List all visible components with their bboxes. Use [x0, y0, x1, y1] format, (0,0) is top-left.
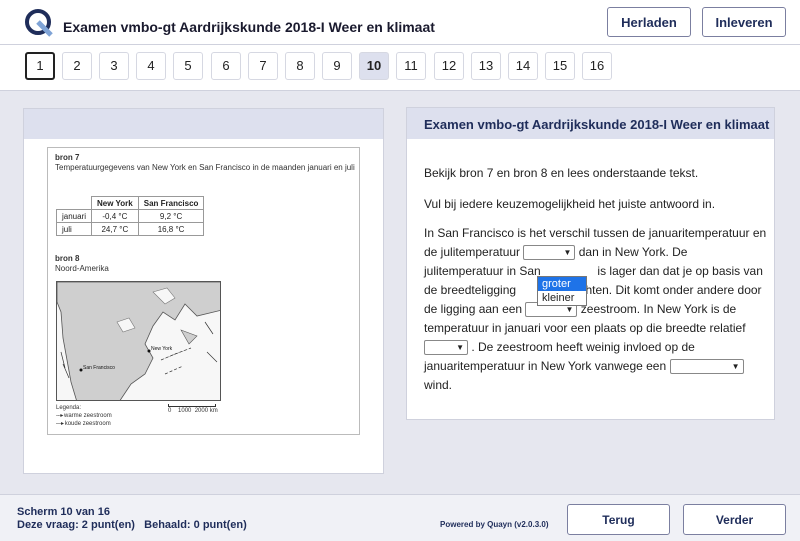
question-button-8[interactable]: 8: [285, 52, 315, 80]
answer-dropdown-list: groter kleiner: [537, 276, 587, 306]
question-button-9[interactable]: 9: [322, 52, 352, 80]
dropdown-option-groter[interactable]: groter: [538, 277, 586, 291]
question-button-13[interactable]: 13: [471, 52, 501, 80]
question-button-1[interactable]: 1: [25, 52, 55, 80]
app-title: Examen vmbo-gt Aardrijkskunde 2018-I Wee…: [63, 19, 435, 35]
table-cell: januari: [55, 209, 93, 223]
question-panel: Examen vmbo-gt Aardrijkskunde 2018-I Wee…: [406, 107, 775, 420]
map-label-new-york: New York: [151, 346, 173, 352]
question-button-15[interactable]: 15: [545, 52, 575, 80]
quayn-logo-icon: [25, 9, 53, 37]
scale-label: 2000 km: [194, 408, 218, 414]
scale-label: 0: [168, 408, 172, 414]
north-america-map: New York San Francisco: [56, 281, 221, 401]
back-button[interactable]: Terug: [567, 504, 670, 535]
question-button-16[interactable]: 16: [582, 52, 612, 80]
bron7-title: bron 7: [55, 153, 80, 162]
screen-counter: Scherm 10 van 16: [17, 506, 110, 518]
top-header: Examen vmbo-gt Aardrijkskunde 2018-I Wee…: [0, 0, 800, 45]
instruction-2: Vul bij iedere keuzemogelijkheid het jui…: [424, 197, 716, 211]
map-legend: Legenda: - - -▸ warme zeestroom —▸ koude…: [56, 405, 112, 427]
question-text-part: wind.: [424, 378, 453, 392]
dropdown-option-kleiner[interactable]: kleiner: [538, 291, 586, 305]
source-document: bron 7 Temperatuurgegevens van New York …: [47, 147, 360, 435]
map-graphic: New York San Francisco: [57, 282, 220, 400]
map-scale: 0 1000 2000 km: [168, 404, 218, 414]
points-info: Deze vraag: 2 punt(en) Behaald: 0 punt(e…: [17, 519, 247, 531]
table-header-cell: San Francisco: [137, 196, 205, 210]
table-header-cell: [56, 196, 92, 210]
question-button-6[interactable]: 6: [211, 52, 241, 80]
reload-button[interactable]: Herladen: [607, 7, 691, 37]
table-cell: -0,4 °C: [91, 209, 139, 223]
source-panel-header: [24, 109, 383, 139]
legend-warm: warme zeestroom: [64, 413, 112, 419]
question-button-11[interactable]: 11: [396, 52, 426, 80]
question-button-5[interactable]: 5: [173, 52, 203, 80]
question-button-7[interactable]: 7: [248, 52, 278, 80]
scale-label: 1000: [178, 408, 192, 414]
source-panel: bron 7 Temperatuurgegevens van New York …: [23, 108, 384, 474]
submit-button[interactable]: Inleveren: [702, 7, 786, 37]
table-header-row: New York San Francisco: [56, 196, 205, 210]
table-header-cell: New York: [91, 196, 139, 210]
bron7-description: Temperatuurgegevens van New York en San …: [55, 163, 355, 172]
question-button-10[interactable]: 10: [359, 52, 389, 80]
bron8-title: bron 8: [55, 254, 80, 263]
question-button-12[interactable]: 12: [434, 52, 464, 80]
next-button[interactable]: Verder: [683, 504, 786, 535]
powered-by: Powered by Quayn (v2.0.3.0): [440, 520, 549, 529]
question-button-3[interactable]: 3: [99, 52, 129, 80]
question-button-14[interactable]: 14: [508, 52, 538, 80]
question-title: Examen vmbo-gt Aardrijkskunde 2018-I Wee…: [407, 108, 774, 139]
table-row: juli 24,7 °C 16,8 °C: [55, 222, 205, 236]
map-label-san-francisco: San Francisco: [83, 365, 115, 371]
question-button-4[interactable]: 4: [136, 52, 166, 80]
instruction-1: Bekijk bron 7 en bron 8 en lees ondersta…: [424, 166, 699, 180]
answer-select-6[interactable]: ▼: [669, 359, 744, 375]
question-text: In San Francisco is het verschil tussen …: [424, 224, 769, 395]
bron8-description: Noord-Amerika: [55, 264, 109, 273]
table-cell: juli: [55, 222, 93, 236]
temperature-table: New York San Francisco januari -0,4 °C 9…: [55, 196, 205, 236]
table-cell: 9,2 °C: [137, 209, 205, 223]
legend-cold: koude zeestroom: [64, 421, 111, 427]
table-row: januari -0,4 °C 9,2 °C: [55, 209, 205, 223]
legend-title: Legenda:: [56, 405, 82, 411]
table-cell: 16,8 °C: [137, 222, 205, 236]
question-nav: 1 2 3 4 5 6 7 8 9 10 11 12 13 14 15 16: [0, 45, 800, 91]
footer-bar: Scherm 10 van 16 Deze vraag: 2 punt(en) …: [0, 494, 800, 541]
table-cell: 24,7 °C: [91, 222, 139, 236]
answer-select-1[interactable]: ▼: [523, 245, 576, 261]
answer-select-5[interactable]: ▼: [424, 340, 468, 356]
question-button-2[interactable]: 2: [62, 52, 92, 80]
